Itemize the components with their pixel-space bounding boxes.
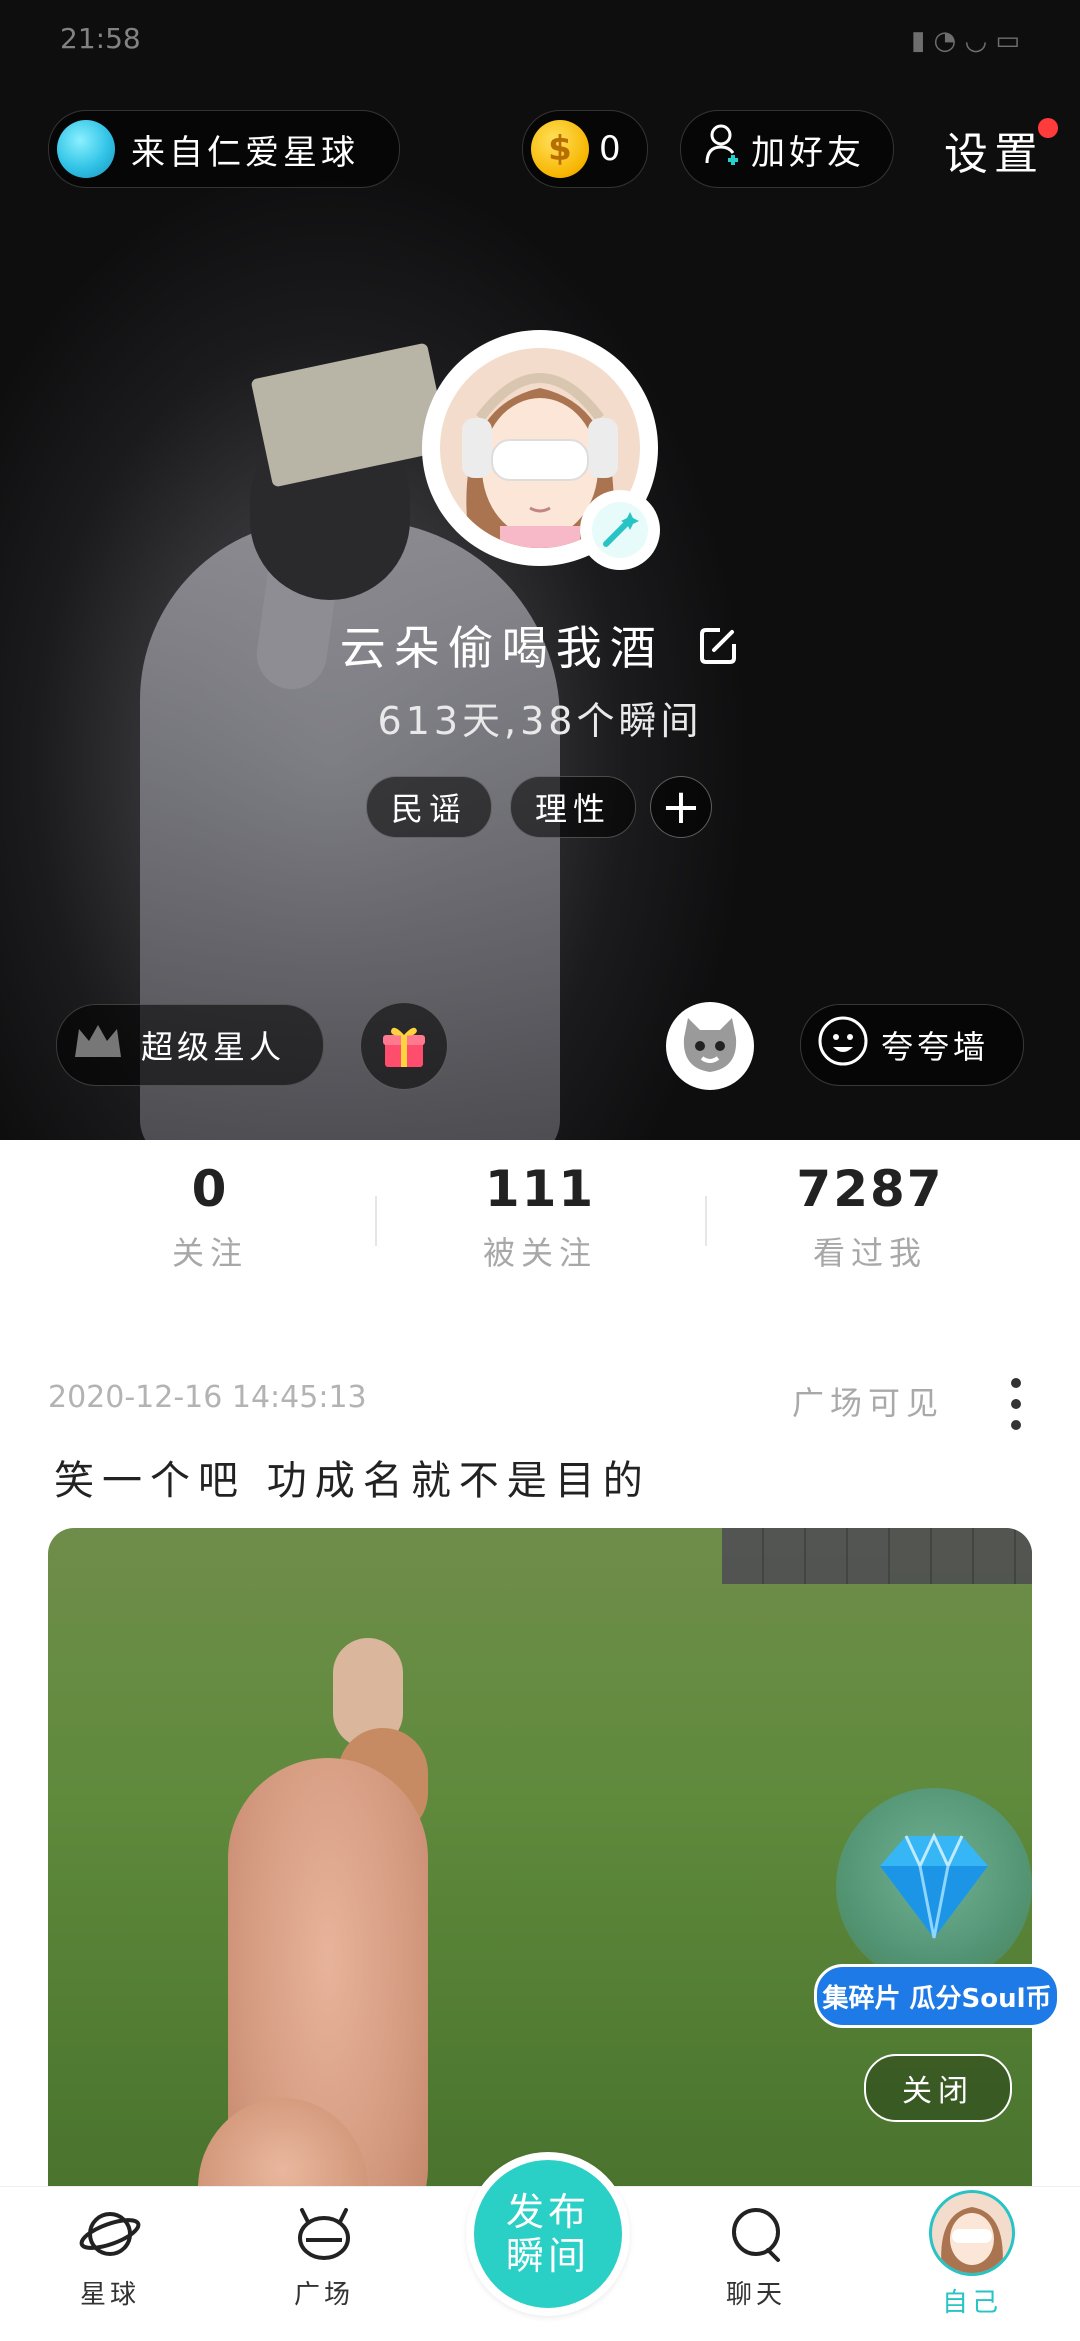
close-button[interactable]: 关闭 (864, 2054, 1012, 2122)
publish-moment-button[interactable]: 发布 瞬间 (466, 2152, 630, 2316)
coin-count: 0 (599, 129, 625, 169)
days-moments: 613天,38个瞬间 (377, 699, 703, 743)
pet-avatar-button[interactable] (666, 1002, 754, 1090)
smile-icon (817, 1015, 869, 1075)
tab-planet[interactable]: 星球 (40, 2204, 180, 2311)
tab-label: 星球 (79, 2280, 140, 2310)
add-friend-label: 加好友 (751, 132, 865, 173)
super-star-label: 超级星人 (141, 1028, 286, 1066)
planet-tab-icon (79, 2212, 141, 2256)
crown-icon (71, 1019, 125, 1071)
tag-chip[interactable]: 民谣 (366, 776, 492, 838)
magic-wand-icon (592, 502, 648, 558)
tab-square[interactable]: 广场 (254, 2204, 394, 2311)
add-friend-icon (703, 123, 743, 176)
avatar-edit-badge[interactable] (580, 490, 660, 570)
tab-label: 聊天 (725, 2280, 786, 2310)
coin-balance-button[interactable]: $ 0 (522, 110, 648, 188)
profile-name-row: 云朵偷喝我酒 (0, 612, 1080, 679)
stat-label: 看过我 (812, 1234, 927, 1272)
stat-value: 111 (484, 1160, 596, 1218)
post-date: 2020-12-16 14:45:13 (48, 1380, 367, 1415)
promo-gem[interactable] (836, 1788, 1032, 1984)
origin-label: 来自仁爱星球 (131, 132, 359, 173)
tab-label: 广场 (293, 2280, 354, 2310)
stat-visitors[interactable]: 7287 看过我 (705, 1160, 1035, 1274)
praise-wall-button[interactable]: 夸夸墙 (800, 1004, 1024, 1086)
publish-line1: 发布 (505, 2190, 590, 2234)
add-friend-button[interactable]: 加好友 (680, 110, 894, 188)
planet-icon (57, 120, 115, 178)
photo-bricks (722, 1528, 1032, 1584)
gift-button[interactable] (360, 1002, 448, 1090)
me-avatar-icon (929, 2190, 1015, 2276)
tab-chat[interactable]: 聊天 (686, 2204, 826, 2311)
stat-value: 0 (191, 1160, 229, 1218)
stat-label: 关注 (171, 1234, 248, 1272)
tab-me[interactable]: 自己 (902, 2190, 1042, 2319)
status-icons: ▮ ◔ ◡ ▭ (910, 26, 1020, 56)
square-tab-icon (298, 2208, 350, 2260)
edit-icon[interactable] (696, 624, 740, 679)
profile-name: 云朵偷喝我酒 (339, 621, 664, 675)
origin-planet-button[interactable]: 来自仁爱星球 (48, 110, 400, 188)
praise-wall-label: 夸夸墙 (881, 1028, 990, 1066)
more-options-icon[interactable] (1008, 1378, 1024, 1430)
tag-chip[interactable]: 理性 (510, 776, 636, 838)
notification-dot (1038, 118, 1058, 138)
status-time: 21:58 (60, 22, 141, 55)
stat-following[interactable]: 0 关注 (45, 1160, 375, 1274)
promo-banner[interactable]: 集碎片 瓜分Soul币 (814, 1964, 1060, 2028)
super-star-button[interactable]: 超级星人 (56, 1004, 324, 1086)
stat-label: 被关注 (482, 1234, 597, 1272)
stat-value: 7287 (796, 1160, 944, 1218)
chat-tab-icon (732, 2208, 780, 2262)
add-tag-button[interactable]: + (650, 776, 712, 838)
gift-icon (383, 1027, 425, 1067)
diamond-icon (880, 1832, 988, 1939)
settings-button[interactable]: 设置 (944, 118, 1044, 182)
cover-photo-box (250, 342, 450, 488)
post-text: 笑一个吧 功成名就不是目的 (54, 1458, 651, 1504)
post-visibility[interactable]: 广场可见 (792, 1378, 944, 1424)
publish-line2: 瞬间 (505, 2234, 590, 2278)
coin-icon: $ (531, 120, 589, 178)
tab-label: 自己 (941, 2288, 1002, 2318)
stat-followers[interactable]: 111 被关注 (375, 1160, 705, 1274)
cat-icon (683, 1018, 737, 1072)
